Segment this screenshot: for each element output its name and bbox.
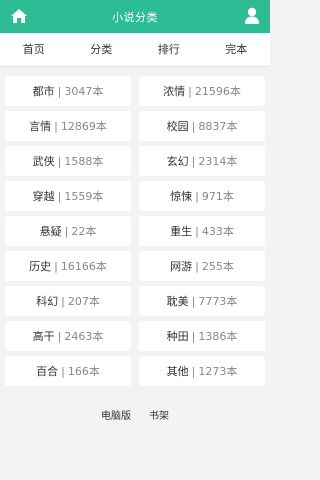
category-count: 166本 bbox=[67, 365, 100, 378]
page: 小说分类 首页 分类 排行 完本 都市 | 3047本 浓情 | 21596本 言情 | 1… bbox=[0, 0, 270, 480]
category-name: 种田 bbox=[166, 330, 189, 343]
category-count: 1588本 bbox=[64, 155, 104, 168]
category-count: 12869本 bbox=[60, 120, 107, 133]
category-item[interactable]: 历史 | 16166本 bbox=[5, 251, 131, 281]
separator: | bbox=[64, 224, 69, 238]
nav-bar: 首页 分类 排行 完本 bbox=[0, 33, 270, 67]
category-name: 惊悚 bbox=[170, 190, 193, 203]
separator: | bbox=[61, 294, 65, 308]
separator: | bbox=[191, 154, 196, 168]
separator: | bbox=[191, 329, 196, 343]
category-name: 校园 bbox=[166, 120, 189, 133]
separator: | bbox=[57, 84, 62, 98]
category-count: 22本 bbox=[71, 225, 97, 238]
category-item[interactable]: 种田 | 1386本 bbox=[139, 321, 265, 351]
category-count: 7773本 bbox=[198, 295, 238, 308]
category-item[interactable]: 校园 | 8837本 bbox=[139, 111, 265, 141]
category-count: 207本 bbox=[67, 295, 100, 308]
separator: | bbox=[54, 119, 58, 133]
page-title: 小说分类 bbox=[112, 10, 158, 24]
category-name: 其他 bbox=[166, 365, 189, 378]
category-name: 重生 bbox=[170, 225, 193, 238]
category-count: 8837本 bbox=[198, 120, 238, 133]
nav-item-home[interactable]: 首页 bbox=[0, 33, 68, 67]
category-count: 1386本 bbox=[198, 330, 238, 343]
category-name: 浓情 bbox=[163, 85, 186, 98]
category-name: 百合 bbox=[36, 365, 59, 378]
category-item[interactable]: 武侠 | 1588本 bbox=[5, 146, 131, 176]
nav-item-completed[interactable]: 完本 bbox=[203, 33, 271, 67]
separator: | bbox=[195, 189, 199, 203]
separator: | bbox=[61, 364, 65, 378]
separator: | bbox=[195, 259, 199, 273]
category-count: 2314本 bbox=[198, 155, 238, 168]
category-item[interactable]: 玄幻 | 2314本 bbox=[139, 146, 265, 176]
category-item[interactable]: 重生 | 433本 bbox=[139, 216, 265, 246]
separator: | bbox=[188, 84, 192, 98]
category-count: 971本 bbox=[201, 190, 234, 203]
separator: | bbox=[57, 154, 62, 168]
category-name: 言情 bbox=[29, 120, 52, 133]
category-item[interactable]: 言情 | 12869本 bbox=[5, 111, 131, 141]
category-name: 武侠 bbox=[32, 155, 55, 168]
category-item[interactable]: 耽美 | 7773本 bbox=[139, 286, 265, 316]
top-bar: 小说分类 bbox=[0, 0, 270, 33]
separator: | bbox=[54, 259, 58, 273]
footer-links: 电脑版 书架 bbox=[0, 404, 270, 424]
category-item[interactable]: 百合 | 166本 bbox=[5, 356, 131, 386]
category-count: 1559本 bbox=[64, 190, 104, 203]
category-item[interactable]: 穿越 | 1559本 bbox=[5, 181, 131, 211]
nav-item-rankings[interactable]: 排行 bbox=[135, 33, 203, 67]
category-name: 都市 bbox=[32, 85, 55, 98]
category-count: 1273本 bbox=[198, 365, 238, 378]
category-item[interactable]: 浓情 | 21596本 bbox=[139, 76, 265, 106]
desktop-version-link[interactable]: 电脑版 bbox=[101, 407, 131, 422]
category-count: 433本 bbox=[201, 225, 234, 238]
separator: | bbox=[57, 189, 62, 203]
separator: | bbox=[195, 224, 199, 238]
category-item[interactable]: 科幻 | 207本 bbox=[5, 286, 131, 316]
category-count: 16166本 bbox=[60, 260, 107, 273]
category-item[interactable]: 悬疑 | 22本 bbox=[5, 216, 131, 246]
category-count: 3047本 bbox=[64, 85, 104, 98]
home-icon[interactable] bbox=[10, 8, 28, 24]
category-name: 耽美 bbox=[166, 295, 189, 308]
user-icon[interactable] bbox=[244, 7, 260, 25]
category-grid: 都市 | 3047本 浓情 | 21596本 言情 | 12869本 校园 | 8837本 武侠… bbox=[5, 76, 265, 386]
category-name: 悬疑 bbox=[39, 225, 62, 238]
category-item[interactable]: 惊悚 | 971本 bbox=[139, 181, 265, 211]
category-count: 255本 bbox=[201, 260, 234, 273]
separator: | bbox=[191, 364, 196, 378]
separator: | bbox=[191, 119, 196, 133]
category-name: 历史 bbox=[29, 260, 52, 273]
category-count: 2463本 bbox=[64, 330, 104, 343]
separator: | bbox=[191, 294, 196, 308]
category-item[interactable]: 高干 | 2463本 bbox=[5, 321, 131, 351]
category-name: 科幻 bbox=[36, 295, 59, 308]
category-item[interactable]: 网游 | 255本 bbox=[139, 251, 265, 281]
bookshelf-link[interactable]: 书架 bbox=[149, 407, 169, 422]
category-name: 网游 bbox=[170, 260, 193, 273]
separator: | bbox=[57, 329, 62, 343]
category-name: 高干 bbox=[32, 330, 55, 343]
category-name: 穿越 bbox=[32, 190, 55, 203]
category-count: 21596本 bbox=[194, 85, 241, 98]
category-item[interactable]: 其他 | 1273本 bbox=[139, 356, 265, 386]
nav-item-categories[interactable]: 分类 bbox=[68, 33, 136, 67]
category-item[interactable]: 都市 | 3047本 bbox=[5, 76, 131, 106]
category-name: 玄幻 bbox=[166, 155, 189, 168]
